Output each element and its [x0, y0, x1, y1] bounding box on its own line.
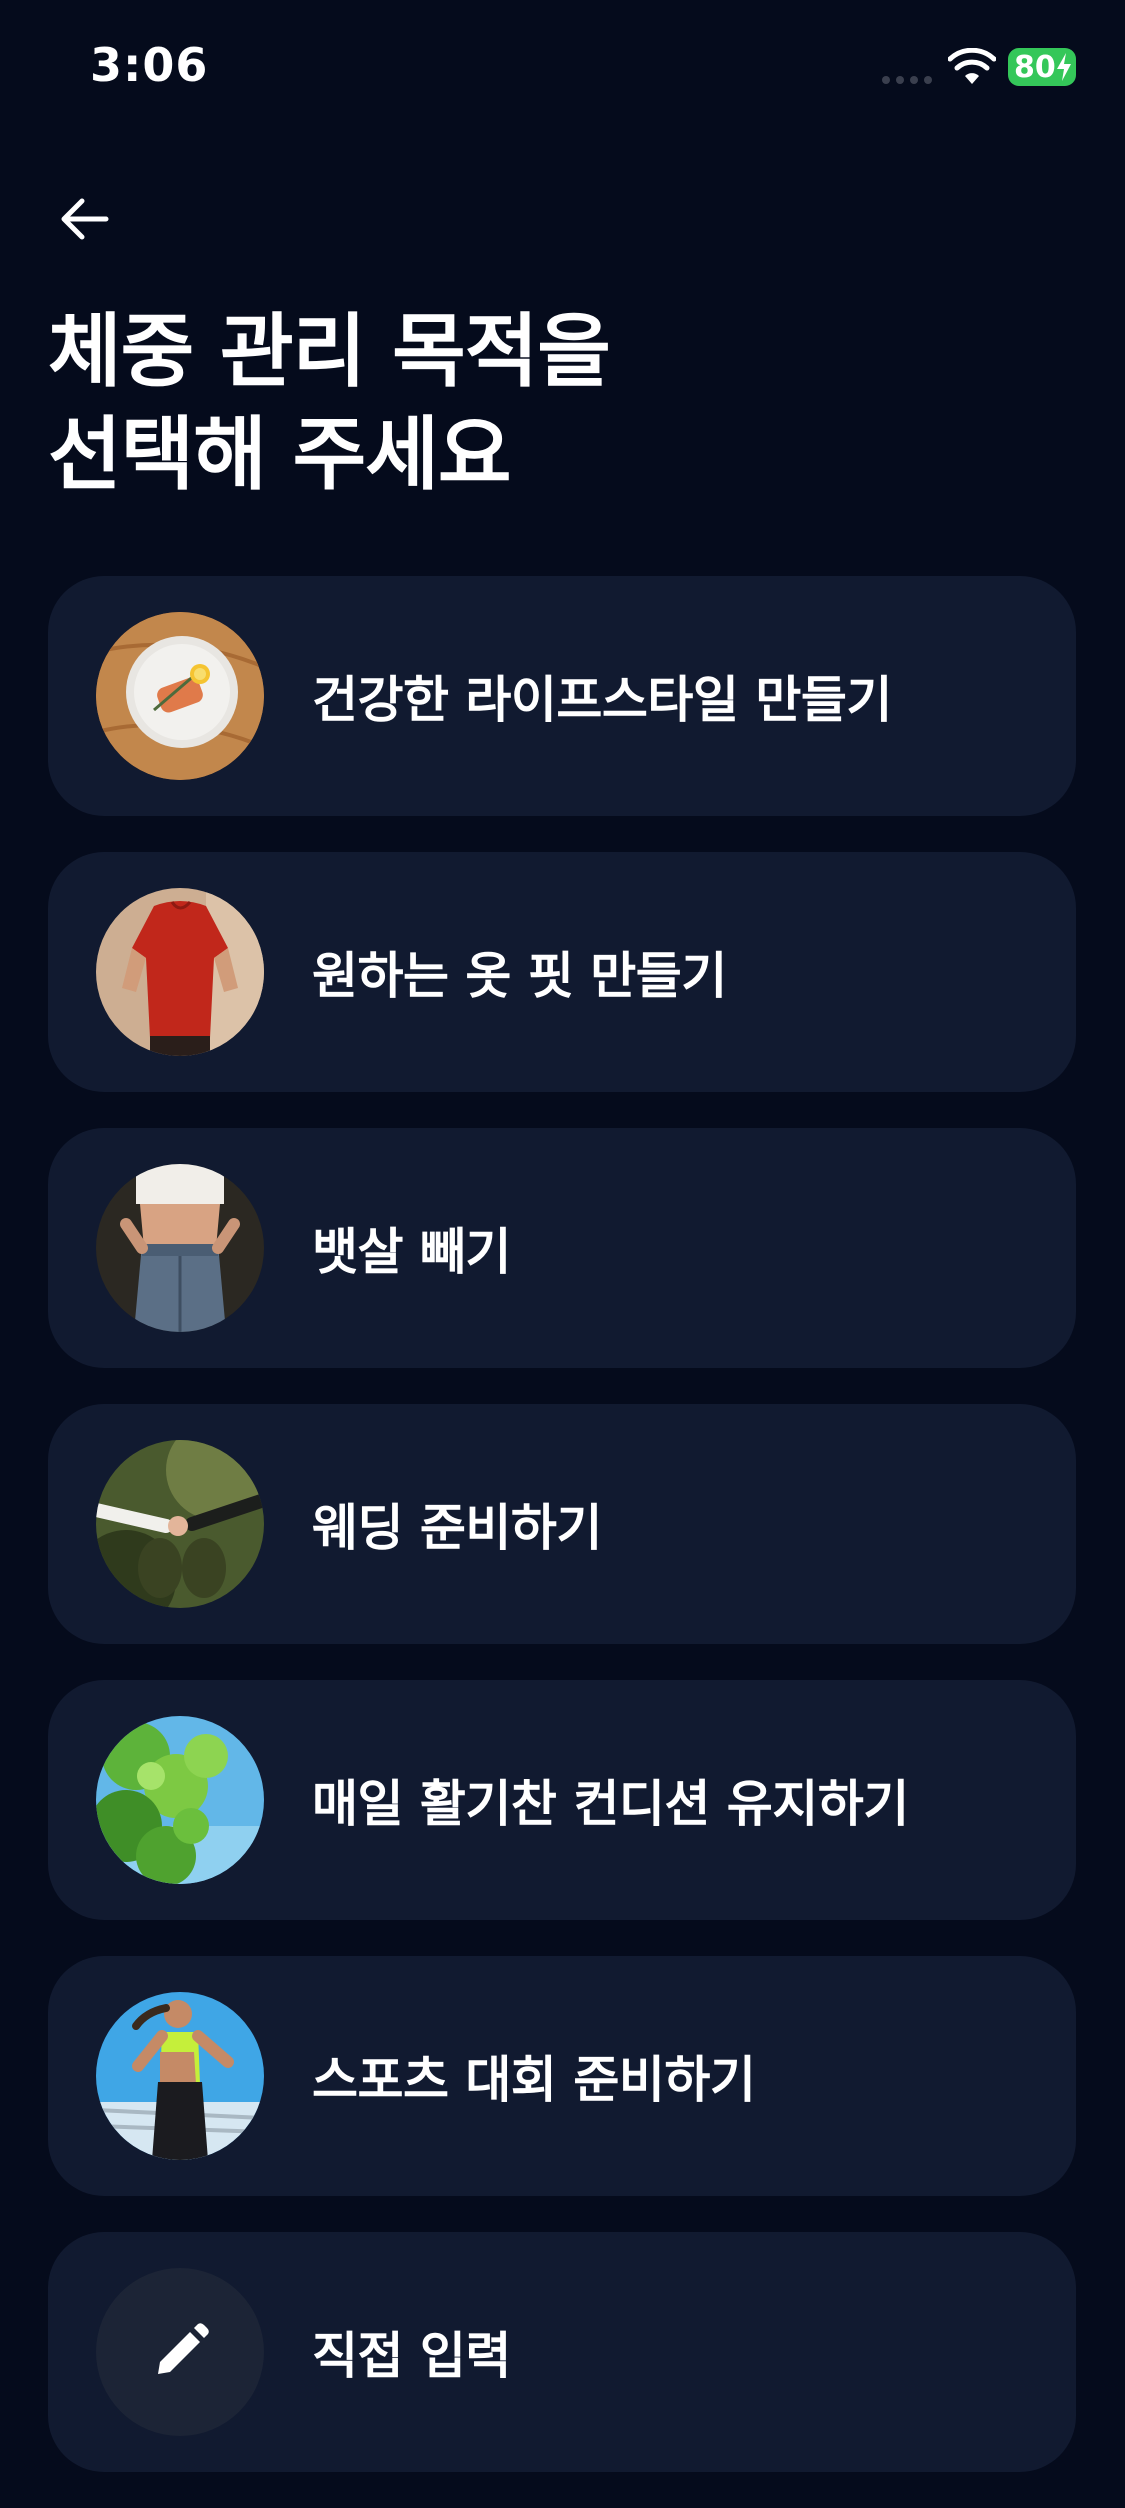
option-healthy-lifestyle[interactable]: 건강한 라이프스타일 만들기	[48, 576, 1076, 816]
runner-photo	[96, 1992, 264, 2160]
salmon-dish-photo	[96, 612, 264, 780]
status-bar: 3:06 80	[0, 0, 1125, 140]
battery-indicator: 80	[1008, 48, 1076, 86]
status-time: 3:06	[90, 38, 209, 92]
option-clothes-fit[interactable]: 원하는 옷 핏 만들기	[48, 852, 1076, 1092]
option-wedding[interactable]: 웨딩 준비하기	[48, 1404, 1076, 1644]
option-label: 웨딩 준비하기	[312, 1499, 602, 1557]
back-button[interactable]	[50, 185, 118, 253]
cellular-signal-icon	[882, 76, 932, 84]
option-sports-competition[interactable]: 스포츠 대회 준비하기	[48, 1956, 1076, 2196]
holding-hands-photo	[96, 1440, 264, 1608]
option-label: 원하는 옷 핏 만들기	[312, 947, 727, 1005]
arrow-left-icon	[61, 198, 109, 240]
charging-bolt-icon	[1057, 53, 1071, 81]
red-tshirt-photo	[96, 888, 264, 1056]
option-label: 매일 활기찬 컨디션 유지하기	[312, 1775, 909, 1833]
option-daily-condition[interactable]: 매일 활기찬 컨디션 유지하기	[48, 1680, 1076, 1920]
option-manual-input[interactable]: 직접 입력	[48, 2232, 1076, 2472]
manual-input-thumb	[96, 2268, 264, 2436]
green-leaves-photo	[96, 1716, 264, 1884]
wifi-icon	[948, 48, 996, 84]
option-label: 스포츠 대회 준비하기	[312, 2051, 756, 2109]
option-label: 직접 입력	[312, 2327, 511, 2385]
option-label: 건강한 라이프스타일 만들기	[312, 671, 892, 729]
option-belly-fat[interactable]: 뱃살 빼기	[48, 1128, 1076, 1368]
pencil-icon	[158, 2323, 209, 2374]
page-title: 체중 관리 목적을 선택해 주세요	[48, 305, 611, 501]
battery-level: 80	[1014, 49, 1056, 85]
waist-jeans-photo	[96, 1164, 264, 1332]
option-label: 뱃살 빼기	[312, 1223, 511, 1281]
goal-option-list: 건강한 라이프스타일 만들기 원하는 옷 핏 만들기 뱃살 빼기 웨딩 준비하기…	[48, 576, 1076, 2508]
